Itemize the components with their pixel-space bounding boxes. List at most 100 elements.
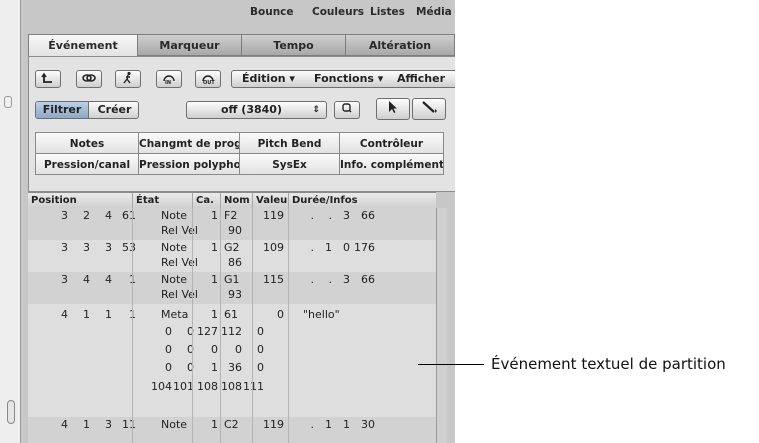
pos-division: 1 bbox=[105, 308, 112, 321]
event-name: G1 bbox=[224, 273, 240, 286]
midi-out-button[interactable]: OUT bbox=[195, 70, 221, 88]
catch-button[interactable] bbox=[115, 70, 141, 88]
quantize-select[interactable]: off (3840) ⇕ bbox=[186, 101, 327, 119]
pos-division: 3 bbox=[105, 241, 112, 254]
back-arrow-icon bbox=[41, 72, 52, 83]
chevron-down-icon: ▾ bbox=[289, 72, 295, 85]
quantize-search-button[interactable] bbox=[334, 101, 360, 119]
dur-part: 66 bbox=[361, 209, 375, 222]
mode-toggle: Filtrer Créer bbox=[35, 101, 139, 119]
event-name: 61 bbox=[224, 308, 238, 321]
meta-byte: 0 bbox=[165, 361, 172, 374]
tab-marqueur[interactable]: Marqueur bbox=[137, 34, 242, 56]
filter-additional-info[interactable]: Info. complémenta bbox=[339, 153, 444, 175]
table-row[interactable]: 3 2 4 61 Note 1 F2 119 . . 3 66 Rel Vel … bbox=[28, 208, 436, 240]
menu-listes[interactable]: Listes bbox=[370, 6, 405, 18]
link-icon bbox=[82, 74, 96, 82]
filter-program-change[interactable]: Changmt de prog. bbox=[138, 132, 240, 154]
event-name: G2 bbox=[224, 241, 240, 254]
creer-button[interactable]: Créer bbox=[88, 102, 138, 118]
column-divider bbox=[220, 208, 221, 443]
filter-controller[interactable]: Contrôleur bbox=[339, 132, 444, 154]
midi-in-button[interactable]: IN bbox=[156, 70, 182, 88]
meta-byte: 0 bbox=[165, 343, 172, 356]
link-button[interactable] bbox=[76, 70, 102, 88]
release-velocity-value: 93 bbox=[228, 288, 242, 301]
svg-text:OUT: OUT bbox=[203, 80, 215, 85]
meta-byte: 0 bbox=[165, 325, 172, 338]
tab-evenement[interactable]: Événement bbox=[28, 34, 138, 57]
meta-byte: 1 bbox=[211, 361, 218, 374]
menu-couleurs[interactable]: Couleurs bbox=[312, 6, 364, 18]
meta-byte: 0 bbox=[187, 325, 194, 338]
event-name: F2 bbox=[224, 209, 238, 222]
dur-part: 176 bbox=[354, 241, 375, 254]
dur-part: 1 bbox=[325, 241, 332, 254]
meta-byte: 36 bbox=[228, 361, 242, 374]
release-velocity-value: 90 bbox=[228, 224, 242, 237]
dur-part: 3 bbox=[343, 273, 350, 286]
meta-byte: 0 bbox=[257, 361, 264, 374]
event-name: C2 bbox=[224, 418, 239, 431]
event-channel: 1 bbox=[211, 418, 218, 431]
pos-beat: 2 bbox=[83, 209, 90, 222]
meta-byte: 111 bbox=[243, 380, 264, 393]
pencil-tool-button[interactable] bbox=[412, 98, 446, 120]
meta-byte: 0 bbox=[187, 361, 194, 374]
col-canal[interactable]: Ca. bbox=[192, 193, 220, 208]
event-state: Note bbox=[161, 241, 188, 254]
column-divider bbox=[252, 208, 253, 443]
filter-sysex[interactable]: SysEx bbox=[239, 153, 340, 175]
event-list[interactable]: 3 2 4 61 Note 1 F2 119 . . 3 66 Rel Vel … bbox=[28, 208, 436, 443]
pos-bar: 3 bbox=[61, 273, 68, 286]
pos-beat: 1 bbox=[83, 308, 90, 321]
meta-byte: 104 bbox=[151, 380, 172, 393]
pos-beat: 3 bbox=[83, 241, 90, 254]
col-etat[interactable]: État bbox=[132, 193, 192, 208]
col-nom[interactable]: Nom bbox=[220, 193, 252, 208]
filter-channel-pressure[interactable]: Pression/canal bbox=[35, 153, 139, 175]
meta-byte: 127 bbox=[197, 325, 218, 338]
dur-part: 3 bbox=[343, 209, 350, 222]
edition-menu[interactable]: Édition ▾ bbox=[242, 71, 295, 87]
event-value: 115 bbox=[263, 273, 284, 286]
tab-alteration[interactable]: Altération bbox=[345, 34, 455, 56]
event-list-window: Bounce Couleurs Listes Média Événement M… bbox=[0, 0, 455, 443]
midi-in-icon: IN bbox=[163, 75, 175, 85]
pos-bar: 4 bbox=[61, 418, 68, 431]
pencil-icon bbox=[422, 101, 437, 113]
fonctions-menu[interactable]: Fonctions ▾ bbox=[314, 71, 383, 87]
pointer-tool-button[interactable] bbox=[376, 98, 410, 120]
table-row[interactable]: 4 1 1 1 Meta 1 61 0 "hello" 0 0 127 112 … bbox=[28, 304, 436, 417]
list-tabs: Événement Marqueur Tempo Altération bbox=[28, 34, 455, 57]
col-duree-infos[interactable]: Durée/Infos bbox=[288, 193, 436, 208]
filter-pitch-bend[interactable]: Pitch Bend bbox=[239, 132, 340, 154]
pos-division: 4 bbox=[105, 209, 112, 222]
list-scrollbar[interactable] bbox=[436, 208, 447, 443]
event-state: Meta bbox=[161, 308, 189, 321]
pos-beat: 4 bbox=[83, 273, 90, 286]
afficher-menu[interactable]: Afficher bbox=[397, 71, 445, 87]
filter-poly-pressure[interactable]: Pression polyphon bbox=[138, 153, 240, 175]
meta-byte: 0 bbox=[257, 343, 264, 356]
table-row[interactable]: 3 4 4 1 Note 1 G1 115 . . 3 66 Rel Vel 9… bbox=[28, 272, 436, 304]
table-row[interactable]: 4 1 3 11 Note 1 C2 119 . 1 1 30 bbox=[28, 417, 436, 443]
table-row[interactable]: 3 3 3 53 Note 1 G2 109 . 1 0 176 Rel Vel… bbox=[28, 240, 436, 272]
dur-part: . bbox=[328, 273, 333, 286]
back-button[interactable] bbox=[35, 70, 61, 88]
arrow-pointer-icon bbox=[389, 101, 397, 113]
event-channel: 1 bbox=[211, 241, 218, 254]
col-valeur[interactable]: Valeu bbox=[252, 193, 288, 208]
left-edge-handle[interactable] bbox=[7, 400, 15, 424]
menu-media[interactable]: Média bbox=[416, 6, 452, 18]
filter-notes[interactable]: Notes bbox=[35, 132, 139, 154]
event-channel: 1 bbox=[211, 209, 218, 222]
event-state: Note bbox=[161, 273, 188, 286]
col-position[interactable]: Position bbox=[28, 193, 132, 208]
menu-bounce[interactable]: Bounce bbox=[250, 6, 294, 18]
filtrer-button[interactable]: Filtrer bbox=[36, 102, 88, 118]
midi-out-icon: OUT bbox=[202, 75, 215, 85]
tab-tempo[interactable]: Tempo bbox=[241, 34, 346, 56]
svg-text:IN: IN bbox=[165, 80, 171, 85]
meta-byte: 0 bbox=[211, 343, 218, 356]
